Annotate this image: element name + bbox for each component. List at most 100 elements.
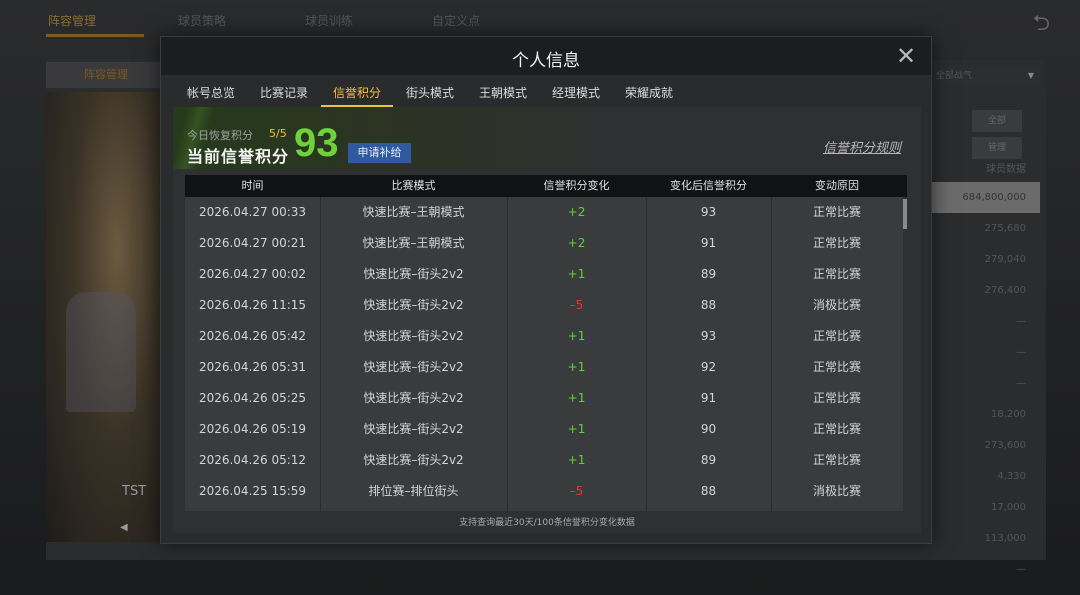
cell-time: 2026.04.26 05:12: [198, 453, 307, 467]
tab-account-overview[interactable]: 帐号总览: [187, 84, 235, 101]
cell-time: 2026.04.26 05:42: [198, 329, 307, 343]
credit-content-panel: 今日恢复积分 5/5 当前信誉积分 93 申请补给 信誉积分规则 时间 比赛模式…: [173, 107, 921, 533]
cell-mode: 快速比赛–街头2v2: [363, 422, 464, 436]
recover-points-value: 5/5: [269, 127, 287, 140]
tab-street-mode[interactable]: 街头模式: [406, 84, 454, 101]
cell-reason: 消极比赛: [812, 484, 861, 498]
cell-change: +1: [567, 360, 586, 374]
cell-change: +2: [567, 205, 586, 219]
bg-value: 4,330: [997, 471, 1026, 482]
header-reason: 变动原因: [815, 179, 859, 192]
bg-nav-item: 自定义点: [432, 14, 481, 28]
header-mode: 比赛模式: [391, 179, 436, 192]
credit-rules-link[interactable]: 信誉积分规则: [823, 137, 901, 156]
table-row: 2026.04.26 05:31 快速比赛–街头2v2 +1 92 正常比赛: [185, 352, 907, 383]
bg-value: 17,000: [991, 502, 1026, 513]
cell-reason: 正常比赛: [812, 236, 861, 250]
cell-after: 88: [700, 484, 717, 498]
cell-after: 92: [700, 360, 717, 374]
cell-mode: 快速比赛–街头2v2: [363, 360, 464, 374]
cell-time: 2026.04.26 05:31: [198, 360, 307, 374]
bg-value-column: 球员数据 684,800,000 275,680 279,040 276,400…: [932, 164, 1040, 585]
modal-title: 个人信息: [512, 51, 580, 71]
bg-nav-underline: [46, 34, 144, 37]
cell-change: +1: [567, 453, 586, 467]
header-time: 时间: [241, 179, 264, 192]
cell-reason: 正常比赛: [812, 453, 861, 467]
bg-value: —: [1016, 564, 1026, 575]
bg-nav-item: 球员训练: [305, 14, 354, 28]
current-credit-score: 93: [294, 121, 339, 165]
cell-time: 2026.04.27 00:02: [198, 267, 307, 281]
cell-after: 89: [700, 267, 717, 281]
close-icon[interactable]: ✕: [895, 43, 917, 69]
cell-after: 90: [700, 422, 717, 436]
table-header: 时间 比赛模式 信誉积分变化 变化后信誉积分 变动原因: [185, 175, 907, 197]
cell-time: 2026.04.27 00:33: [198, 205, 307, 219]
cell-change: +1: [567, 329, 586, 343]
cell-reason: 正常比赛: [812, 205, 861, 219]
cell-reason: 消极比赛: [812, 298, 861, 312]
cell-reason: 正常比赛: [812, 329, 861, 343]
cell-mode: 排位赛–排位街头: [368, 484, 459, 498]
cell-change: +1: [567, 391, 586, 405]
cell-change: –5: [569, 298, 584, 312]
bg-value: —: [1016, 316, 1026, 327]
table-scrollbar[interactable]: [903, 197, 907, 511]
query-limit-note: 支持查询最近30天/100条信誉积分变化数据: [459, 518, 635, 528]
bg-value: 276,400: [984, 285, 1026, 296]
tab-match-records[interactable]: 比赛记录: [260, 84, 308, 101]
current-credit-label: 当前信誉积分: [187, 147, 290, 166]
modal-header: 个人信息 ✕: [161, 37, 931, 75]
table-row: 2026.04.27 00:02 快速比赛–街头2v2 +1 89 正常比赛: [185, 259, 907, 290]
bg-value: 273,600: [984, 440, 1026, 451]
tab-honor-achievements[interactable]: 荣耀成就: [625, 84, 673, 101]
cell-reason: 正常比赛: [812, 422, 861, 436]
cell-mode: 快速比赛–街头2v2: [363, 453, 464, 467]
cell-after: 88: [700, 298, 717, 312]
bg-value-header: 球员数据: [986, 164, 1026, 175]
tab-manager-mode[interactable]: 经理模式: [552, 84, 600, 101]
tab-dynasty-mode[interactable]: 王朝模式: [479, 84, 527, 101]
cell-mode: 快速比赛–街头2v2: [363, 298, 464, 312]
cell-mode: 快速比赛–街头2v2: [363, 267, 464, 281]
scroll-thumb[interactable]: [903, 199, 907, 229]
bg-button: 管理: [972, 137, 1022, 159]
table-row: 2026.04.27 00:21 快速比赛–王朝模式 +2 91 正常比赛: [185, 228, 907, 259]
cell-time: 2026.04.27 00:21: [198, 236, 307, 250]
table-row: 2026.04.25 15:59 排位赛–排位街头 –5 88 消极比赛: [185, 476, 907, 507]
bg-value: 18,200: [991, 409, 1026, 420]
bg-value: —: [1016, 378, 1026, 389]
cell-change: –5: [569, 484, 584, 498]
back-icon: ⮌: [1032, 11, 1050, 36]
bg-value: 684,800,000: [932, 182, 1040, 213]
header-change: 信誉积分变化: [543, 179, 610, 192]
credit-banner: 今日恢复积分 5/5 当前信誉积分 93 申请补给 信誉积分规则: [173, 107, 921, 169]
cell-time: 2026.04.26 11:15: [198, 298, 307, 312]
table-row: 2026.04.26 05:42 快速比赛–街头2v2 +1 93 正常比赛: [185, 321, 907, 352]
player-card: TST ◀: [46, 92, 164, 542]
cell-mode: 快速比赛–王朝模式: [362, 205, 465, 219]
bg-value: 275,680: [984, 223, 1026, 234]
cell-change: +1: [567, 422, 586, 436]
tab-credit-points[interactable]: 信誉积分: [333, 84, 381, 101]
apply-supply-button[interactable]: 申请补给: [348, 143, 411, 163]
cell-reason: 正常比赛: [812, 391, 861, 405]
recover-points-label: 今日恢复积分: [187, 129, 253, 142]
bg-button: 全部: [972, 110, 1022, 132]
bg-nav-item: 阵容管理: [48, 14, 97, 28]
cell-after: 93: [700, 205, 717, 219]
cell-mode: 快速比赛–街头2v2: [363, 391, 464, 405]
cell-mode: 快速比赛–街头2v2: [363, 329, 464, 343]
cell-reason: 正常比赛: [812, 267, 861, 281]
table-row: 2026.04.26 05:25 快速比赛–街头2v2 +1 91 正常比赛: [185, 383, 907, 414]
cell-after: 93: [700, 329, 717, 343]
cell-mode: 快速比赛–王朝模式: [362, 236, 465, 250]
cell-reason: 正常比赛: [812, 360, 861, 374]
cell-after: 89: [700, 453, 717, 467]
bg-dropdown: 全部战气: [932, 66, 1040, 86]
bg-sub-tab: 阵容管理: [46, 62, 166, 88]
cell-time: 2026.04.26 05:19: [198, 422, 307, 436]
credit-history-table[interactable]: 2026.04.27 00:33 快速比赛–王朝模式 +2 93 正常比赛 2026.04…: [185, 197, 907, 511]
table-row: 2026.04.26 05:19 快速比赛–街头2v2 +1 90 正常比赛: [185, 414, 907, 445]
